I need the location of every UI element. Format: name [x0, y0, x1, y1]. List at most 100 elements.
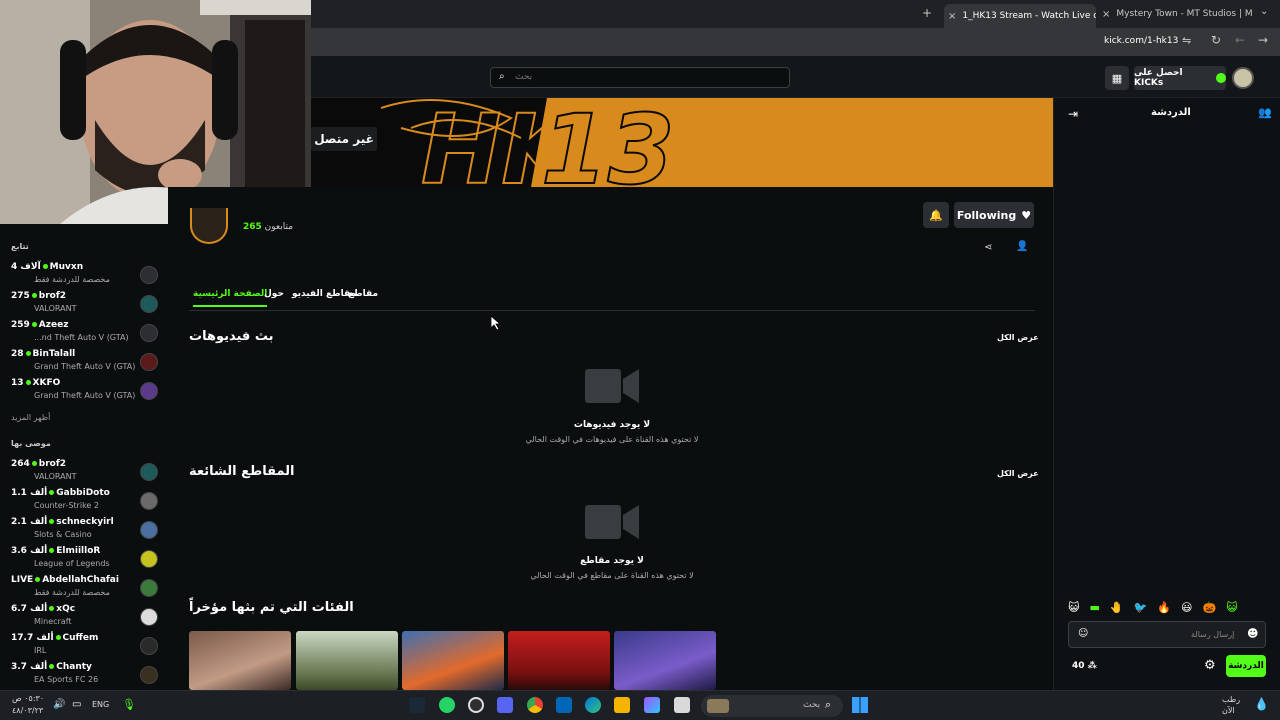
- network-icon[interactable]: ▭: [72, 699, 81, 710]
- store-icon[interactable]: [556, 697, 572, 713]
- kicks-balance[interactable]: 40 ⁂: [1072, 661, 1097, 671]
- microphone-icon[interactable]: 🎙: [122, 698, 136, 711]
- steam-icon[interactable]: [409, 697, 425, 713]
- language-indicator[interactable]: ENG: [92, 700, 109, 709]
- sidebar-channel[interactable]: 4 آلاف Muvxn مخصصة للدردشة فقط: [0, 262, 168, 290]
- live-dot-icon: [49, 548, 55, 553]
- weather-text: رطب الآن: [1222, 695, 1241, 715]
- emote-row: 😺 ▬ 🤚 🐦 🔥 😃 🎃 😺: [1068, 601, 1264, 615]
- collapse-chat-icon[interactable]: ⇥: [1068, 107, 1078, 121]
- view-all-videos-link[interactable]: عرض الكل: [997, 333, 1039, 342]
- emote-icon[interactable]: 😃: [1181, 601, 1192, 615]
- sidebar-channel[interactable]: 3.6 ألف ElmiilloR League of Legends: [0, 546, 168, 574]
- channel-avatar[interactable]: [190, 208, 228, 244]
- sidebar-channel[interactable]: 2.1 ألف schneckyirl Slots & Casino: [0, 517, 168, 545]
- taskbar-date: ٤٨/٠٣/٢٣: [12, 706, 44, 715]
- live-dot-icon: [49, 490, 55, 495]
- following-button[interactable]: Following ♥: [954, 202, 1034, 228]
- url-text[interactable]: kick.com/1-hk13: [1104, 36, 1178, 46]
- avatar: [140, 521, 158, 539]
- no-videos-subtitle: لا تحتوي هذه القناة على فيديوهات في الوق…: [525, 435, 699, 444]
- reload-icon[interactable]: ↻: [1211, 33, 1221, 47]
- emote-icon[interactable]: 🤚: [1110, 601, 1124, 615]
- sidebar-channel[interactable]: 17.7 ألف Cuffem IRL: [0, 633, 168, 661]
- discord-icon[interactable]: [497, 697, 513, 713]
- obs-icon[interactable]: [468, 697, 484, 713]
- close-tab-icon[interactable]: ×: [1102, 9, 1110, 20]
- whatsapp-icon[interactable]: [439, 697, 455, 713]
- browse-button[interactable]: ▦: [1105, 66, 1129, 90]
- sidebar-channel[interactable]: 259 Azeez ...nd Theft Auto V (GTA): [0, 320, 168, 348]
- emote-icon[interactable]: 🎃: [1202, 601, 1216, 615]
- chat-send-button[interactable]: الدردشة: [1226, 655, 1266, 677]
- category-thumbnail[interactable]: [296, 631, 398, 690]
- avatar: [140, 492, 158, 510]
- search-placeholder: بحث: [803, 700, 821, 710]
- search-input[interactable]: ⌕ بحث: [490, 67, 790, 88]
- tab-videos[interactable]: مقاطع الفيديو: [292, 289, 356, 299]
- sidebar-channel[interactable]: 3.7 ألف Chanty EA Sports FC 26: [0, 662, 168, 690]
- user-avatar[interactable]: [1232, 67, 1254, 89]
- tabs-divider: [189, 310, 1035, 311]
- clips-section-title: المقاطع الشائعة: [189, 464, 295, 479]
- sidebar-channel[interactable]: 28 BinTalall Grand Theft Auto V (GTA): [0, 349, 168, 377]
- notification-bell-button[interactable]: 🔔: [923, 202, 949, 228]
- categories-section-title: الفئات التي تم بثها مؤخراً: [189, 600, 354, 615]
- browser-tab-active[interactable]: × 1_HK13 Stream - Watch Live on K: [944, 4, 1096, 28]
- emoji-picker-icon[interactable]: ☺: [1078, 628, 1088, 639]
- sidebar-channel[interactable]: LIVE AbdellahChafai مخصصة للدردشة فقط: [0, 575, 168, 603]
- tab-menu-icon[interactable]: ⌄: [1260, 6, 1268, 17]
- following-section-title: تتابع: [11, 242, 29, 251]
- edge-icon[interactable]: [585, 697, 601, 713]
- sidebar-channel[interactable]: 13 XKFO Grand Theft Auto V (GTA): [0, 378, 168, 406]
- chrome-icon[interactable]: [527, 697, 543, 713]
- sidebar-channel[interactable]: 1.1 ألف GabbiDoto Counter-Strike 2: [0, 488, 168, 516]
- emote-icon[interactable]: ▬: [1089, 601, 1099, 615]
- sidebar-channel[interactable]: 264 brof2 VALORANT: [0, 459, 168, 487]
- sidebar-channel[interactable]: 275 brof2 VALORANT: [0, 291, 168, 319]
- avatar: [140, 666, 158, 684]
- category-thumbnail[interactable]: [614, 631, 716, 690]
- site-settings-icon[interactable]: ⇋: [1182, 34, 1191, 47]
- share-icon[interactable]: ⋖: [984, 242, 992, 253]
- tab-home[interactable]: الصفحة الرئيسية: [193, 289, 268, 307]
- file-explorer-icon[interactable]: [614, 697, 630, 713]
- view-all-clips-link[interactable]: عرض الكل: [997, 469, 1039, 478]
- back-icon[interactable]: ←: [1235, 33, 1245, 47]
- close-tab-icon[interactable]: ×: [948, 11, 956, 22]
- add-friend-icon[interactable]: 👤: [1016, 241, 1028, 252]
- tab-about[interactable]: حول: [264, 289, 284, 299]
- taskbar-time: ٠٥:٣٠ ص: [12, 694, 45, 703]
- kick-emote-icon[interactable]: ☻: [1247, 627, 1258, 640]
- emote-icon[interactable]: 😺: [1068, 601, 1079, 615]
- category-thumbnail[interactable]: [508, 631, 610, 690]
- chat-title: الدردشة: [1151, 107, 1191, 118]
- windows-start-icon[interactable]: [852, 697, 868, 713]
- chat-users-icon[interactable]: 👥: [1258, 106, 1272, 119]
- show-more-link[interactable]: أظهر المزيد: [11, 413, 50, 422]
- new-tab-icon[interactable]: +: [922, 6, 932, 20]
- avatar: [140, 324, 158, 342]
- chat-message-input[interactable]: ☺ إرسال رسالة ☻: [1068, 621, 1266, 648]
- taskbar: ٠٥:٣٠ ص ٤٨/٠٣/٢٣ 🔊 ▭ ENG 🎙 بحث ⌕ 💧 رطب ا…: [0, 690, 1280, 720]
- category-thumbnail[interactable]: [402, 631, 504, 690]
- avatar: [140, 637, 158, 655]
- get-kicks-button[interactable]: احصل على KICKs: [1134, 66, 1226, 90]
- chat-settings-icon[interactable]: ⚙: [1204, 658, 1216, 673]
- sidebar-channel[interactable]: 6.7 ألف xQc Minecraft: [0, 604, 168, 632]
- live-dot-icon: [31, 322, 37, 327]
- category-thumbnail[interactable]: [189, 631, 291, 690]
- tab-clips[interactable]: مقاطع: [348, 289, 378, 299]
- emote-icon[interactable]: 😺: [1226, 601, 1237, 615]
- avatar: [140, 353, 158, 371]
- emote-icon[interactable]: 🔥: [1157, 601, 1171, 615]
- app-icon[interactable]: [644, 697, 660, 713]
- browser-tab[interactable]: × Mystery Town - MT Studios | M: [1102, 4, 1252, 24]
- emote-icon[interactable]: 🐦: [1134, 601, 1148, 615]
- window-icon[interactable]: [674, 697, 690, 713]
- taskbar-search[interactable]: بحث ⌕: [701, 695, 843, 717]
- volume-icon[interactable]: 🔊: [53, 699, 65, 710]
- forward-icon[interactable]: →: [1258, 33, 1268, 47]
- search-icon: ⌕: [499, 71, 505, 82]
- avatar: [140, 608, 158, 626]
